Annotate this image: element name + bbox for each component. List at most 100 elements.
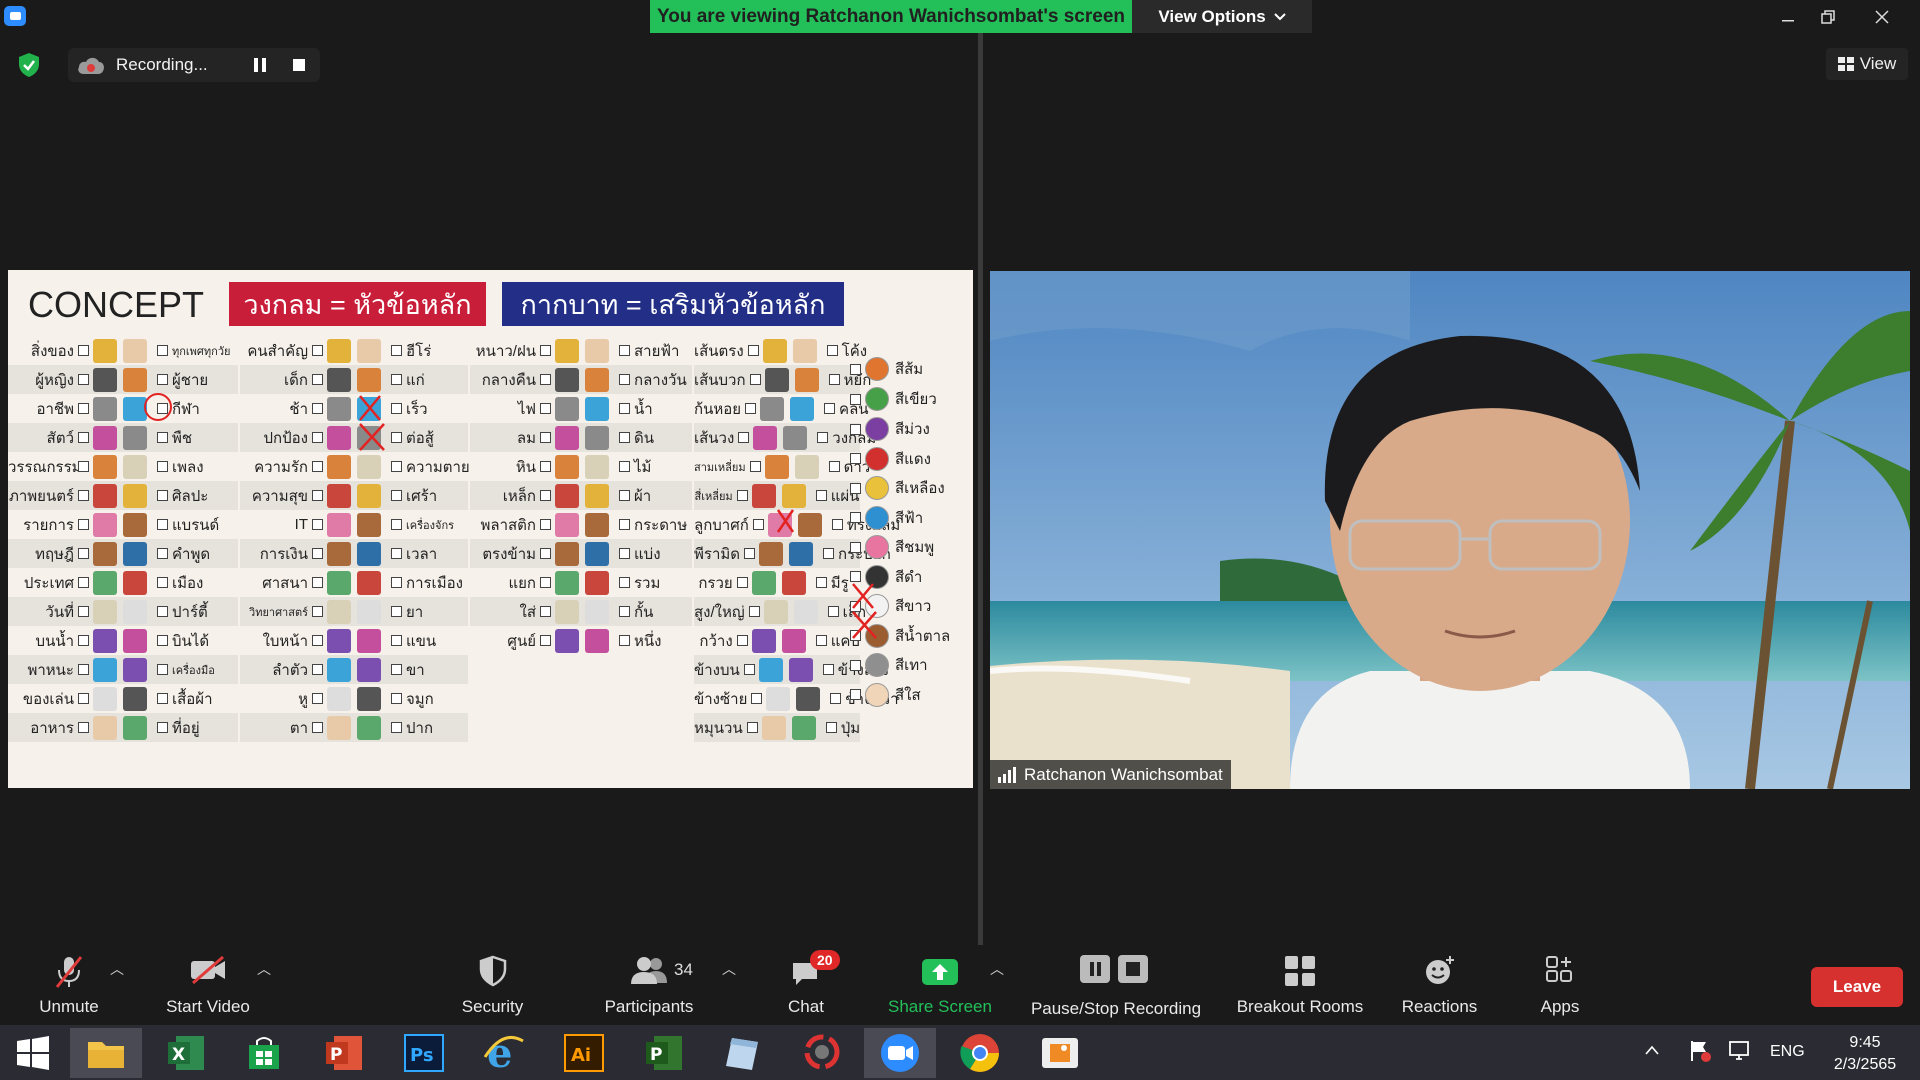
annotation-circle bbox=[144, 393, 172, 421]
taskbar-chrome[interactable] bbox=[944, 1028, 1016, 1078]
taskbar-store[interactable] bbox=[228, 1028, 300, 1078]
share-options-caret[interactable]: ︿ bbox=[990, 959, 1004, 979]
participant-name: Ratchanon Wanichsombat bbox=[1024, 765, 1223, 784]
reactions-button[interactable]: Reactions bbox=[1392, 945, 1487, 1025]
start-button[interactable] bbox=[0, 1028, 66, 1078]
zoom-icon bbox=[881, 1034, 919, 1072]
annotations-layer bbox=[144, 393, 877, 639]
share-screen-label: Share Screen bbox=[888, 997, 992, 1016]
taskbar-file-explorer[interactable] bbox=[70, 1028, 142, 1078]
pause-stop-label: Pause/Stop Recording bbox=[1030, 999, 1202, 1018]
breakout-label: Breakout Rooms bbox=[1236, 997, 1364, 1016]
taskbar-photoshop[interactable]: Ps bbox=[388, 1028, 460, 1078]
show-hidden-icons-arrow[interactable] bbox=[1645, 1045, 1659, 1055]
clock-time: 9:45 bbox=[1849, 1034, 1881, 1051]
annotation-cross bbox=[359, 395, 381, 421]
taskbar-project[interactable]: P bbox=[628, 1028, 700, 1078]
taskbar-internet-explorer[interactable]: e bbox=[468, 1028, 540, 1078]
action-center-flag-icon[interactable] bbox=[1688, 1039, 1712, 1063]
breakout-rooms-button[interactable]: Breakout Rooms bbox=[1230, 945, 1370, 1025]
view-button[interactable]: View bbox=[1826, 48, 1908, 80]
unmute-button[interactable]: Unmute bbox=[20, 945, 118, 1025]
apps-label: Apps bbox=[1540, 997, 1580, 1016]
shield-icon bbox=[479, 955, 507, 987]
security-label: Security bbox=[461, 997, 524, 1016]
excel-icon: X bbox=[168, 1036, 204, 1070]
video-options-caret[interactable]: ︿ bbox=[257, 959, 271, 979]
zoom-app-icon bbox=[4, 6, 26, 26]
notepad-icon bbox=[726, 1038, 758, 1070]
stop-recording-button[interactable] bbox=[293, 59, 305, 71]
pause-stop-icons bbox=[1080, 955, 1148, 983]
minimize-icon bbox=[1782, 19, 1794, 21]
restore-icon bbox=[1821, 9, 1835, 24]
photoshop-icon: Ps bbox=[404, 1034, 444, 1072]
shared-screen: CONCEPT วงกลม = หัวข้อหลัก กากบาท = เสริ… bbox=[8, 270, 973, 788]
reactions-label: Reactions bbox=[1401, 997, 1478, 1016]
video-frame bbox=[990, 271, 1910, 789]
clock[interactable]: 9:45 2/3/2565 bbox=[1820, 1032, 1910, 1076]
video-off-icon bbox=[191, 955, 225, 985]
annotation-cross bbox=[776, 509, 795, 533]
participants-button[interactable]: 34 Participants bbox=[594, 945, 704, 1025]
chrome-icon bbox=[960, 1034, 999, 1072]
taskbar-oCam[interactable] bbox=[786, 1028, 858, 1078]
title-bar: You are viewing Ratchanon Wanichsombat's… bbox=[0, 0, 1920, 33]
svg-text:Ai: Ai bbox=[571, 1045, 591, 1066]
start-video-label: Start Video bbox=[166, 997, 250, 1016]
photoscape-icon bbox=[804, 1034, 840, 1070]
windows-logo-icon bbox=[17, 1036, 49, 1070]
windows-taskbar: X P Ps e Ai P bbox=[0, 1025, 1920, 1080]
close-button[interactable] bbox=[1862, 0, 1902, 33]
chat-label: Chat bbox=[788, 997, 824, 1016]
svg-text:Ps: Ps bbox=[410, 1045, 434, 1066]
apps-icon bbox=[1546, 956, 1572, 982]
chevron-down-icon bbox=[1273, 12, 1286, 20]
remote-video[interactable] bbox=[990, 271, 1910, 789]
participants-options-caret[interactable]: ︿ bbox=[722, 959, 736, 979]
restore-button[interactable] bbox=[1808, 0, 1848, 33]
minimize-button[interactable] bbox=[1768, 0, 1808, 33]
share-screen-button[interactable]: Share Screen bbox=[880, 945, 1000, 1025]
view-options-dropdown[interactable]: View Options bbox=[1132, 0, 1312, 33]
powerpoint-icon: P bbox=[326, 1036, 362, 1070]
encryption-shield-icon[interactable] bbox=[17, 52, 41, 78]
annotation-cross bbox=[852, 583, 874, 609]
audio-options-caret[interactable]: ︿ bbox=[110, 959, 124, 979]
recording-label: Recording... bbox=[116, 55, 208, 74]
svg-text:P: P bbox=[330, 1045, 342, 1065]
internet-explorer-icon: e bbox=[483, 1033, 524, 1073]
leave-button[interactable]: Leave bbox=[1811, 967, 1903, 1007]
security-button[interactable]: Security bbox=[445, 945, 540, 1025]
pause-stop-recording-button[interactable]: Pause/Stop Recording bbox=[1023, 945, 1209, 1025]
view-label: View bbox=[1859, 54, 1897, 73]
pause-recording-button[interactable] bbox=[254, 58, 268, 72]
participants-icon bbox=[631, 957, 667, 984]
start-video-button[interactable]: Start Video bbox=[158, 945, 258, 1025]
image-viewer-icon bbox=[1042, 1038, 1078, 1068]
chat-badge: 20 bbox=[810, 950, 840, 970]
taskbar-photo-viewer[interactable] bbox=[1024, 1028, 1096, 1078]
folder-icon bbox=[88, 1042, 124, 1068]
annotation-cross bbox=[852, 611, 877, 639]
grid-view-icon bbox=[1837, 57, 1854, 71]
taskbar-powerpoint[interactable]: P bbox=[308, 1028, 380, 1078]
split-divider[interactable] bbox=[978, 33, 983, 945]
annotation-cross bbox=[359, 423, 385, 451]
cloud-recording-icon bbox=[78, 57, 104, 74]
participant-name-tag: Ratchanon Wanichsombat bbox=[990, 760, 1231, 790]
apps-button[interactable]: Apps bbox=[1520, 945, 1600, 1025]
reaction-smiley-icon bbox=[1426, 956, 1454, 984]
network-icon[interactable] bbox=[1728, 1039, 1752, 1063]
participants-count: 34 bbox=[674, 960, 693, 979]
svg-text:P: P bbox=[650, 1045, 662, 1065]
input-language[interactable]: ENG bbox=[1770, 1043, 1805, 1061]
project-icon: P bbox=[646, 1036, 682, 1070]
taskbar-zoom[interactable] bbox=[864, 1028, 936, 1078]
illustrator-icon: Ai bbox=[564, 1034, 604, 1072]
taskbar-excel[interactable]: X bbox=[150, 1028, 222, 1078]
chat-button[interactable]: 20 Chat bbox=[770, 945, 842, 1025]
taskbar-illustrator[interactable]: Ai bbox=[548, 1028, 620, 1078]
recording-indicator: Recording... bbox=[68, 48, 320, 82]
taskbar-notes-app[interactable] bbox=[706, 1028, 778, 1078]
